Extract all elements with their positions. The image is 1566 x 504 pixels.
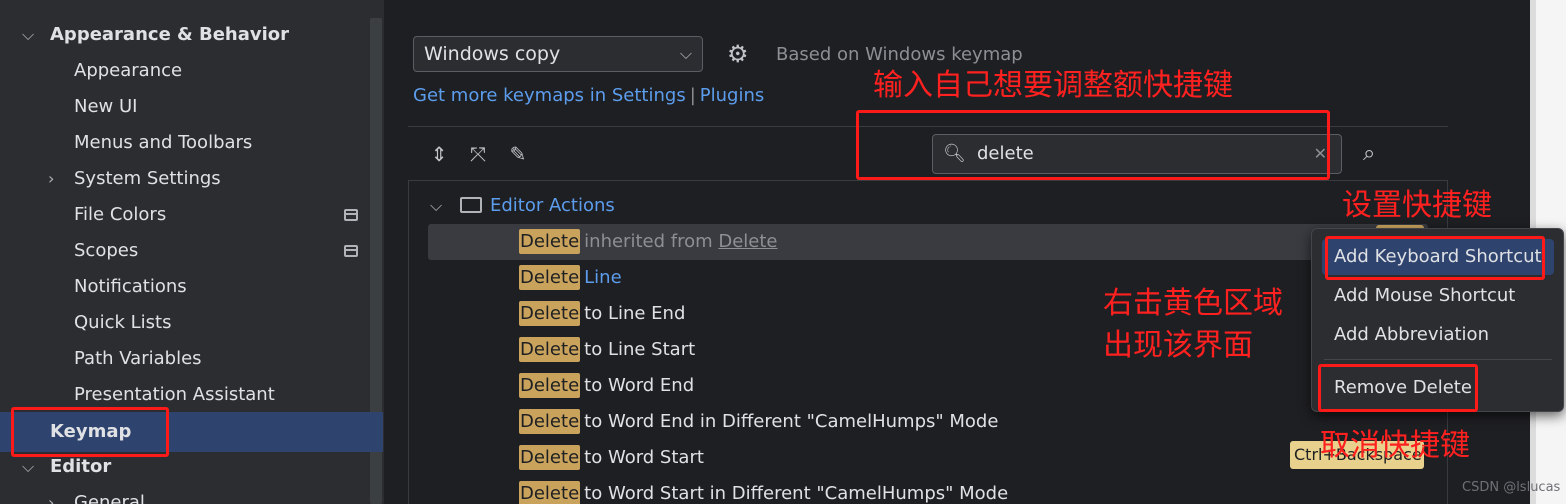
keymap-select-value: Windows copy — [424, 43, 561, 65]
match-highlight: Delete — [519, 301, 581, 326]
inherited-link[interactable]: Delete — [718, 231, 777, 252]
sidebar-item-quick-lists[interactable]: Quick Lists — [74, 305, 171, 341]
menu-item-add-mouse-shortcut[interactable]: Add Mouse Shortcut — [1322, 278, 1554, 314]
match-highlight: Delete — [519, 481, 581, 504]
annotation-right-click-2: 出现该界面 — [1103, 328, 1253, 363]
action-row-suffix: to Word End in Different "CamelHumps" Mo… — [584, 411, 999, 432]
action-row-suffix: to Word End — [584, 375, 695, 396]
sidebar-item-scopes[interactable]: Scopes — [74, 233, 364, 269]
sidebar-item-new-ui[interactable]: New UI — [74, 89, 137, 125]
action-row[interactable]: Delete to Line Start — [519, 332, 695, 368]
sidebar-item-label: Scopes — [74, 240, 139, 261]
annotation-box-search — [856, 110, 1330, 180]
action-row[interactable]: Delete to Word End in Different "CamelHum… — [519, 404, 998, 440]
sidebar-item-label: General — [74, 492, 145, 504]
match-highlight: Delete — [519, 265, 581, 290]
match-highlight: Delete — [519, 229, 581, 254]
tree-group-label: Editor Actions — [490, 195, 615, 216]
annotation-right-click-1: 右击黄色区域 — [1103, 286, 1283, 321]
action-row-suffix: Line — [584, 267, 622, 288]
collapse-all-icon[interactable]: ⤧ — [466, 142, 490, 166]
action-row[interactable]: Delete Line — [519, 260, 622, 296]
annotation-box-add-shortcut — [1325, 236, 1545, 280]
keymap-links: Get more keymaps in Settings | Plugins — [413, 85, 764, 106]
settings-link[interactable]: Get more keymaps in Settings — [413, 85, 686, 106]
tree-group-editor-actions[interactable]: ⌵ Editor Actions — [430, 188, 615, 224]
sidebar-item-notifications[interactable]: Notifications — [74, 269, 187, 305]
action-row[interactable]: Delete to Word Start — [519, 440, 704, 476]
match-highlight: Delete — [519, 445, 581, 470]
chevron-right-icon[interactable]: › — [48, 161, 66, 197]
edit-shortcut-icon[interactable]: ✎ — [506, 142, 530, 166]
annotation-cancel-shortcut: 取消快捷键 — [1320, 428, 1470, 463]
sidebar-item-appearance[interactable]: Appearance — [74, 53, 182, 89]
action-row-suffix: to Line Start — [584, 339, 696, 360]
match-highlight: Delete — [519, 373, 581, 398]
expand-all-icon[interactable]: ⇕ — [427, 142, 451, 166]
find-by-shortcut-icon[interactable]: ⌕ — [1363, 140, 1391, 168]
chevron-down-icon[interactable]: ⌵ — [430, 188, 460, 224]
annotation-search-hint: 输入自己想要调整额快捷键 — [873, 68, 1233, 103]
chevron-down-icon: ⌵ — [679, 44, 692, 63]
action-row[interactable]: Delete to Word End — [519, 368, 694, 404]
action-row[interactable]: Delete inherited from Delete — [519, 224, 778, 260]
sidebar-item-label: Presentation Assistant — [74, 384, 275, 405]
gear-icon[interactable]: ⚙ — [727, 42, 751, 66]
sidebar-item-label: Notifications — [74, 276, 187, 297]
sidebar-item-label: Path Variables — [74, 348, 202, 369]
project-level-icon — [344, 245, 358, 257]
sidebar-item-label: Appearance & Behavior — [50, 24, 290, 45]
project-level-icon — [344, 209, 358, 221]
menu-separator — [1324, 359, 1552, 360]
sidebar-item-system-settings[interactable]: › System Settings — [48, 161, 368, 197]
keymap-select[interactable]: Windows copy ⌵ — [413, 36, 703, 72]
action-row[interactable]: Delete to Word Start in Different "CamelH… — [519, 476, 1008, 504]
plugins-link[interactable]: Plugins — [700, 85, 764, 106]
sidebar-item-path-variables[interactable]: Path Variables — [74, 341, 202, 377]
sidebar-item-label: System Settings — [74, 168, 221, 189]
match-highlight: Delete — [519, 337, 581, 362]
action-row-suffix: to Word Start in Different "CamelHumps" … — [584, 483, 1009, 504]
sidebar-item-label: Appearance — [74, 60, 183, 81]
sidebar-item-label: Quick Lists — [74, 312, 172, 333]
menu-item-add-abbreviation[interactable]: Add Abbreviation — [1322, 317, 1554, 353]
link-separator: | — [689, 85, 696, 106]
action-row-text: inherited from Delete — [580, 231, 777, 252]
sidebar-item-file-colors[interactable]: File Colors — [74, 197, 364, 233]
action-row-suffix: inherited from — [584, 231, 719, 252]
match-highlight: Delete — [519, 409, 581, 434]
sidebar-item-label: Menus and Toolbars — [74, 132, 253, 153]
folder-icon — [460, 197, 482, 213]
sidebar-item-menus-toolbars[interactable]: Menus and Toolbars — [74, 125, 252, 161]
watermark: CSDN @lslucas — [1462, 480, 1561, 495]
annotation-box-remove — [1318, 364, 1478, 412]
chevron-down-icon[interactable]: ⌵ — [22, 17, 40, 53]
sidebar-item-label: New UI — [74, 96, 138, 117]
action-row[interactable]: Delete to Line End — [519, 296, 685, 332]
sidebar-item-label: File Colors — [74, 204, 167, 225]
action-row-suffix: to Line End — [584, 303, 686, 324]
annotation-box-keymap — [11, 407, 169, 457]
action-row-suffix: to Word Start — [584, 447, 704, 468]
chevron-right-icon[interactable]: › — [48, 485, 66, 504]
annotation-set-shortcut: 设置快捷键 — [1342, 188, 1492, 223]
